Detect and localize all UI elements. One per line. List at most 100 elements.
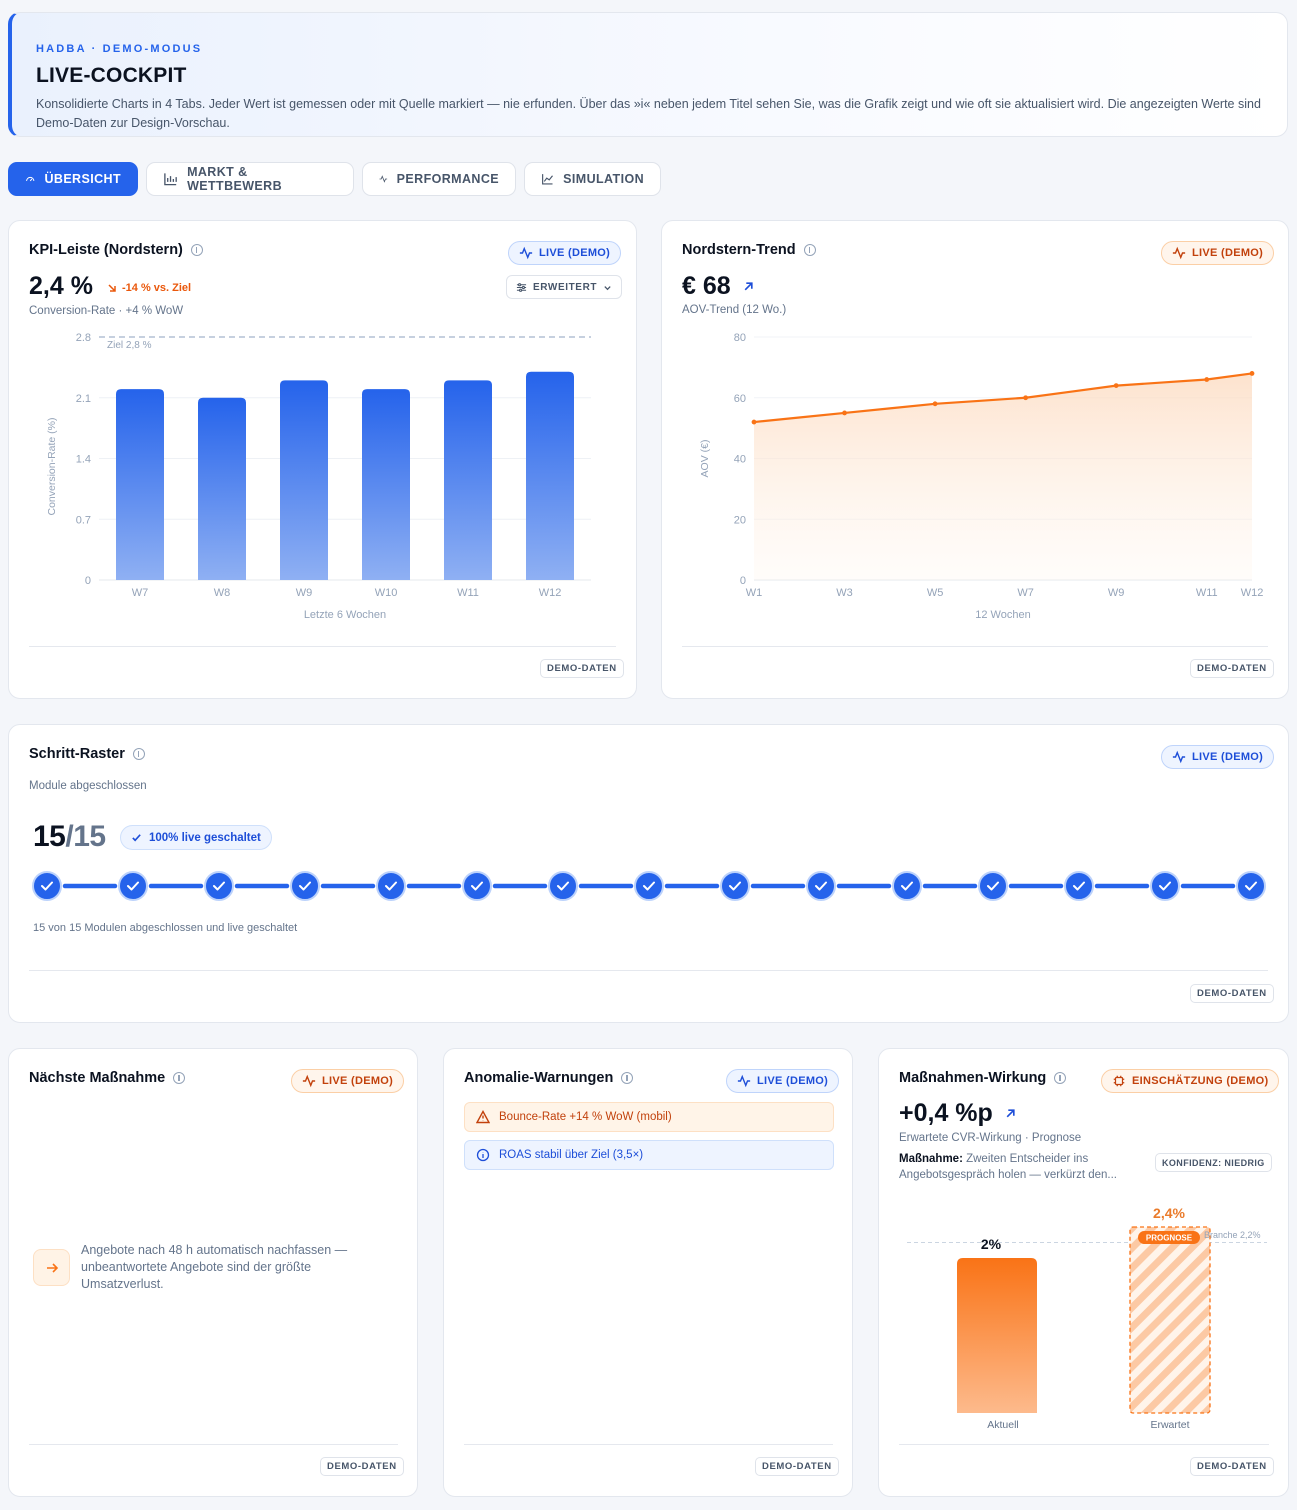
data-point [1249, 371, 1255, 376]
target-label: Ziel 2,8 % [107, 340, 152, 351]
trend-subtitle: AOV-Trend (12 Wo.) [682, 304, 787, 316]
tab-uebersicht[interactable]: ÜBERSICHT [8, 162, 138, 196]
x-tick-label: W7 [1017, 587, 1034, 599]
info-icon[interactable] [803, 244, 816, 256]
tab-label: SIMULATION [563, 172, 644, 186]
step-node [462, 871, 492, 901]
info-icon[interactable] [1054, 1072, 1067, 1084]
kpi-card-title: KPI-Leiste (Nordstern) [29, 242, 203, 258]
x-tick-label: W5 [927, 587, 944, 599]
alert-warning[interactable]: Bounce-Rate +14 % WoW (mobil) [464, 1102, 834, 1132]
tab-performance[interactable]: PERFORMANCE [362, 162, 516, 196]
x-tick-label: W12 [1241, 587, 1264, 599]
measure-label: Maßnahme: [899, 1153, 963, 1165]
badge-label: LIVE (DEMO) [757, 1075, 829, 1087]
y-tick-label: 1.4 [76, 454, 91, 466]
x-tick-label: W11 [457, 587, 479, 599]
area-fill [754, 373, 1252, 580]
info-icon[interactable] [621, 1072, 634, 1084]
steps-subtitle: Module abgeschlossen [29, 780, 147, 792]
card-title: Nordstern-Trend [682, 242, 796, 258]
card-divider [29, 646, 616, 647]
pulse-icon [379, 175, 388, 183]
kpi-delta-text: -14 % vs. Ziel [122, 282, 192, 294]
y-tick-label: 2.1 [76, 393, 91, 405]
alert-text: Bounce-Rate +14 % WoW (mobil) [499, 1111, 672, 1123]
step-node [1236, 871, 1266, 901]
kpi-delta: -14 % vs. Ziel [107, 282, 191, 294]
y-tick-label: 2.8 [76, 332, 91, 344]
data-point [842, 410, 847, 416]
y-axis-label: Conversion-Rate (%) [46, 417, 58, 515]
steps-counter: 15/15 [33, 820, 106, 854]
step-node [118, 871, 148, 901]
reference-label: Branche 2,2% [1204, 1230, 1261, 1240]
demo-data-tag: DEMO-DATEN [1190, 984, 1274, 1003]
info-circle-icon [476, 1148, 490, 1162]
header-eyebrow: HADBA · DEMO-MODUS [36, 43, 203, 55]
pulse-icon [302, 1074, 316, 1088]
y-tick-label: 0 [740, 575, 746, 587]
impact-card: Maßnahmen-Wirkung EINSCHÄTZUNG (DEMO) +0… [878, 1048, 1289, 1497]
x-tick-label: W12 [539, 587, 562, 599]
anomaly-card-title: Anomalie-Warnungen [464, 1070, 634, 1086]
bar [362, 389, 410, 580]
live-badge: LIVE (DEMO) [508, 241, 622, 265]
pulse-icon [519, 246, 533, 260]
alert-info[interactable]: ROAS stabil über Ziel (3,5×) [464, 1140, 834, 1170]
badge-label: EINSCHÄTZUNG (DEMO) [1132, 1075, 1269, 1087]
y-tick-label: 40 [734, 454, 746, 466]
x-tick-label: W9 [296, 587, 313, 599]
kpi-subtitle: Conversion-Rate · +4 % WoW [29, 305, 184, 317]
bar [526, 371, 574, 580]
badge-label: LIVE (DEMO) [322, 1075, 394, 1087]
trend-card-title: Nordstern-Trend [682, 242, 816, 258]
line-chart-icon [542, 174, 553, 185]
trend-card: Nordstern-Trend LIVE (DEMO) € 68 AOV-Tre… [661, 220, 1289, 699]
impact-value: +0,4 %p [899, 1099, 1016, 1128]
step-node [1064, 871, 1094, 901]
card-divider [29, 970, 1268, 971]
x-tick-label: W9 [1108, 587, 1125, 599]
badge-label: LIVE (DEMO) [539, 247, 611, 259]
y-tick-label: 0.7 [76, 514, 91, 526]
step-node [1150, 871, 1180, 901]
y-tick-label: 80 [734, 332, 746, 344]
step-node [376, 871, 406, 901]
info-icon[interactable] [132, 748, 145, 760]
card-title: KPI-Leiste (Nordstern) [29, 242, 183, 258]
y-tick-label: 20 [734, 514, 746, 526]
x-axis-label: 12 Wochen [975, 609, 1030, 621]
info-icon[interactable] [190, 244, 203, 256]
x-tick-label: W11 [1196, 587, 1218, 599]
bar [198, 397, 246, 580]
live-badge: LIVE (DEMO) [1161, 745, 1275, 769]
step-node [978, 871, 1008, 901]
live-badge: LIVE (DEMO) [1161, 241, 1275, 265]
trend-value-text: € 68 [682, 272, 731, 300]
demo-data-tag: DEMO-DATEN [755, 1457, 839, 1476]
step-node [548, 871, 578, 901]
alert-text: ROAS stabil über Ziel (3,5×) [499, 1149, 644, 1161]
mode-select-button[interactable]: ERWEITERT [506, 275, 623, 299]
step-node [290, 871, 320, 901]
card-divider [464, 1444, 833, 1445]
demo-data-tag: DEMO-DATEN [1190, 1457, 1274, 1476]
bar-forecast [1129, 1226, 1211, 1414]
info-icon[interactable] [173, 1072, 186, 1084]
tab-label: PERFORMANCE [396, 172, 499, 186]
card-title: Maßnahmen-Wirkung [899, 1070, 1047, 1086]
demo-data-tag: DEMO-DATEN [540, 659, 624, 678]
bar-value-label: 2,4% [1153, 1205, 1185, 1221]
live-badge: LIVE (DEMO) [726, 1069, 840, 1093]
x-tick-label: W10 [375, 587, 398, 599]
tab-markt-wettbewerb[interactable]: MARKT & WETTBEWERB [146, 162, 354, 196]
badge-label: LIVE (DEMO) [1192, 247, 1264, 259]
impact-bar-chart: 2% Aktuell 2,4% PROGNOSE Branche 2,2% Erwarte… [907, 1205, 1267, 1431]
anomaly-card: Anomalie-Warnungen LIVE (DEMO) Bounce-Ra… [443, 1048, 853, 1497]
arrow-up-right-icon [744, 282, 753, 291]
y-tick-label: 0 [85, 575, 91, 587]
tab-simulation[interactable]: SIMULATION [524, 162, 661, 196]
x-axis-label: Letzte 6 Wochen [304, 609, 386, 621]
bar [116, 389, 164, 580]
